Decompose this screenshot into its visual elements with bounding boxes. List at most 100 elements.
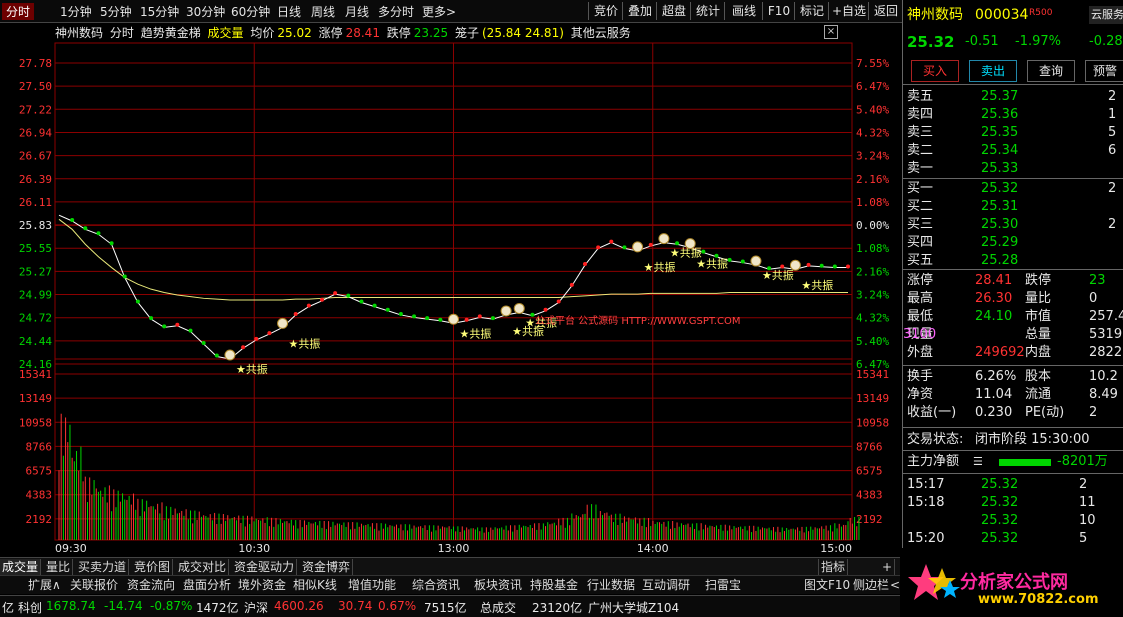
bid-row[interactable]: 买三 25.30 2: [903, 216, 1123, 234]
tab-5min[interactable]: 5分钟: [100, 3, 132, 20]
add-indicator-button[interactable]: +: [880, 559, 896, 575]
tab-monthly[interactable]: 月线: [345, 3, 369, 20]
foreign-fund-button[interactable]: 境外资金: [238, 577, 286, 593]
book-label: 卖一: [907, 161, 934, 176]
bid-row[interactable]: 买四 25.29: [903, 234, 1123, 252]
industry-data-button[interactable]: 行业数据: [587, 577, 635, 593]
interactive-research-button[interactable]: 互动调研: [642, 577, 690, 593]
draw-line-button[interactable]: 画线: [724, 2, 763, 20]
mark-button[interactable]: 标记: [794, 2, 829, 20]
tab-fenshi[interactable]: 分时: [2, 3, 35, 20]
pct-tick-label: 3.24%: [856, 150, 889, 163]
book-label: 买四: [907, 235, 934, 250]
ask-row[interactable]: 卖五 25.37 2: [903, 88, 1123, 106]
stats-button[interactable]: 统计: [690, 2, 725, 20]
stat-label: 涨停: [907, 273, 934, 288]
trend-ladder-dot: [569, 282, 574, 287]
bid-row[interactable]: 买二 25.31: [903, 198, 1123, 216]
tick-price: 25.32: [981, 477, 1019, 492]
mine-sweep-button[interactable]: 扫雷宝: [705, 577, 741, 593]
bid-row[interactable]: 买五 25.28: [903, 252, 1123, 270]
stat-value: 6.26%: [975, 369, 1017, 384]
stat-label: 市值: [1025, 309, 1052, 324]
tab-daily[interactable]: 日线: [277, 3, 301, 20]
fund-holding-button[interactable]: 持股基金: [530, 577, 578, 593]
auction-button[interactable]: 竞价: [588, 2, 623, 20]
volume-tick-label: 8766: [26, 440, 53, 453]
back-button[interactable]: 返回: [868, 2, 903, 20]
pct-tick-label: 6.47%: [856, 80, 889, 93]
expand-button[interactable]: 扩展∧: [28, 577, 61, 593]
tab-more[interactable]: 更多>: [422, 3, 456, 20]
indicator-button[interactable]: 指标: [818, 559, 849, 575]
trend-ladder-dot: [806, 262, 811, 267]
stat-row: 换手 6.26% 股本 10.2: [903, 368, 1123, 386]
buy-button[interactable]: 买入: [911, 60, 959, 82]
subtab-auction[interactable]: 竞价图: [132, 559, 174, 575]
tick-price: 25.32: [981, 513, 1019, 528]
tab-60min[interactable]: 60分钟: [231, 3, 270, 20]
subtab-vol-ratio[interactable]: 量比: [44, 559, 74, 575]
sidebar-button[interactable]: 侧边栏: [853, 577, 889, 593]
price-tick-label: 26.67: [19, 150, 52, 163]
price-tick-label: 26.11: [19, 196, 52, 209]
tab-multi-fenshi[interactable]: 多分时: [378, 3, 414, 20]
subtab-compare[interactable]: 成交对比: [176, 559, 230, 575]
fund-flow-button[interactable]: 资金流向: [127, 577, 175, 593]
trend-ladder-dot: [846, 264, 850, 269]
intraday-chart[interactable]: 27.78 27.50 27.22 26.94 26.67 26.39 26.11 25.83…: [0, 22, 900, 557]
similar-k-button[interactable]: 相似K线: [293, 577, 337, 593]
signal-label: ★共振: [644, 260, 676, 274]
query-button[interactable]: 查询: [1027, 60, 1075, 82]
market-analysis-button[interactable]: 盘面分析: [183, 577, 231, 593]
signal-markers: ★共振★共振★共振 ★共振★共振★共振★共振★共振★共振★共振: [224, 233, 833, 376]
tick-row: 15:18 25.32 11: [903, 494, 1123, 512]
stat-value: 249692: [975, 345, 1025, 360]
ask-row[interactable]: 卖一 25.33: [903, 160, 1123, 178]
trend-ladder-dot: [556, 299, 561, 304]
add-watchlist-button[interactable]: +自选: [828, 2, 869, 20]
news-button[interactable]: 综合资讯: [412, 577, 460, 593]
f10-text-button[interactable]: 图文F10: [804, 577, 850, 593]
tab-30min[interactable]: 30分钟: [186, 3, 225, 20]
trend-ladder-dot: [175, 322, 180, 327]
price-tick-label: 25.27: [19, 265, 52, 278]
value-added-button[interactable]: 增值功能: [348, 577, 396, 593]
subtab-buy-sell-force[interactable]: 买卖力道: [76, 559, 130, 575]
tab-weekly[interactable]: 周线: [311, 3, 335, 20]
super-button[interactable]: 超盘: [656, 2, 691, 20]
related-quote-button[interactable]: 关联报价: [70, 577, 118, 593]
trend-ladder-dot: [740, 259, 745, 264]
volume-tick-label: 6575: [26, 465, 53, 478]
side-change: -0.28: [1089, 34, 1123, 49]
stat-label: 总量: [1025, 327, 1052, 342]
ask-row[interactable]: 卖二 25.34 6: [903, 142, 1123, 160]
f10-button[interactable]: F10: [762, 2, 795, 20]
status-hs-label[interactable]: 沪深: [244, 599, 268, 616]
volume-bars: [58, 413, 860, 540]
signal-label: ★共振: [696, 257, 728, 271]
tab-15min[interactable]: 15分钟: [140, 3, 179, 20]
collapse-icon[interactable]: <: [890, 577, 900, 593]
sell-button[interactable]: 卖出: [969, 60, 1017, 82]
sector-news-button[interactable]: 板块资讯: [474, 577, 522, 593]
money-bag-icon: [684, 238, 696, 250]
subtab-volume[interactable]: 成交量: [0, 559, 42, 575]
ask-row[interactable]: 卖三 25.35 5: [903, 124, 1123, 142]
subtab-fund-game[interactable]: 资金博弈: [300, 559, 354, 575]
status-star-label[interactable]: 科创: [18, 599, 42, 616]
subtab-fund-drive[interactable]: 资金驱动力: [232, 559, 298, 575]
bid-row[interactable]: 买一 25.32 2: [903, 180, 1123, 198]
book-volume: 5: [1108, 125, 1117, 140]
list-icon[interactable]: ☰: [973, 453, 983, 471]
stat-value: 24.10: [975, 309, 1013, 324]
overlay-button[interactable]: 叠加: [622, 2, 657, 20]
quote-change: -0.51: [965, 34, 999, 49]
tab-1min[interactable]: 1分钟: [60, 3, 92, 20]
ask-row[interactable]: 卖四 25.36 1: [903, 106, 1123, 124]
alert-button[interactable]: 预警: [1085, 60, 1123, 82]
volume-tick-label: 15341: [856, 368, 889, 381]
side-panel-label[interactable]: 云服务: [1089, 6, 1123, 24]
tick-row: 15:17 25.32 2: [903, 476, 1123, 494]
status-server[interactable]: 广州大学城Z104: [588, 599, 679, 616]
